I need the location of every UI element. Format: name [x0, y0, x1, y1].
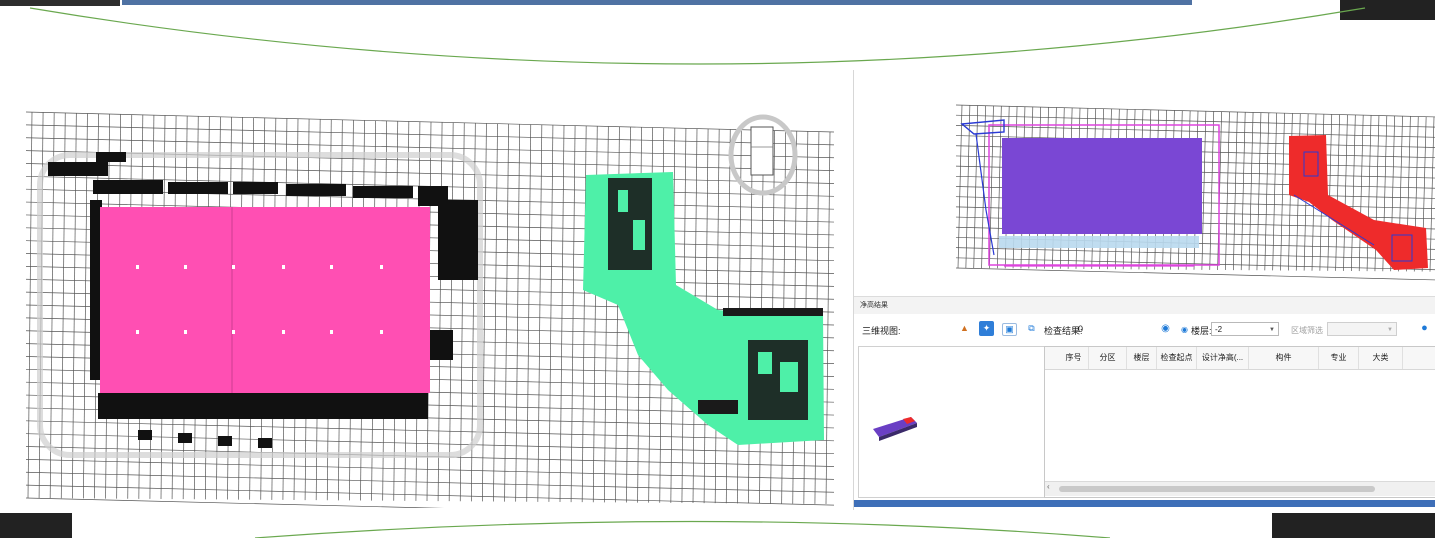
result-toolbar: 三维视图: ▲ ✦ ▣ ⧉ 检查结果: 0 ◉ ◉ 楼层: -2 ▼ 区域筛选 …: [854, 318, 1435, 342]
display-icon[interactable]: ▲: [957, 321, 972, 336]
right-3d-viewport[interactable]: [854, 70, 1435, 295]
column-header[interactable]: 大类: [1359, 347, 1403, 369]
floor-select-value: -2: [1215, 325, 1223, 334]
chevron-down-icon: ▼: [1387, 327, 1393, 333]
check-result-label: 检查结果:: [1044, 326, 1083, 336]
area-filter-label: 区域筛选: [1291, 326, 1323, 335]
column-header[interactable]: 序号: [1059, 347, 1089, 369]
column-header[interactable]: 专业: [1319, 347, 1359, 369]
check-result-value: 0: [1078, 324, 1084, 334]
column-header[interactable]: 分区: [1089, 347, 1127, 369]
section-box-icon[interactable]: ▣: [1002, 323, 1017, 336]
column-header[interactable]: 设计净高(...: [1197, 347, 1249, 369]
red-region: [1289, 135, 1428, 270]
model-thumbnail: [873, 417, 917, 441]
scroll-left-icon[interactable]: ‹: [1047, 482, 1050, 491]
view-label: 三维视图:: [862, 326, 901, 336]
clearance-panel: 净高结果 三维视图: ▲ ✦ ▣ ⧉ 检查结果: 0 ◉ ◉ 楼层: -2 ▼ …: [853, 70, 1435, 510]
locate-pin-icon[interactable]: ●: [1417, 321, 1432, 336]
column-header[interactable]: 楼层: [1127, 347, 1157, 369]
column-header[interactable]: 检查起点: [1157, 347, 1197, 369]
3d-preview-pane[interactable]: [858, 346, 1046, 498]
pink-slab: [100, 207, 430, 393]
floor-label: 楼层:: [1191, 326, 1212, 336]
eye-icon[interactable]: ◉: [1158, 321, 1173, 336]
result-table: 序号 分区 楼层 检查起点 设计净高(... 构件 专业 大类 ‹: [1044, 346, 1435, 498]
floor-radio[interactable]: ◉: [1181, 325, 1188, 334]
table-header: 序号 分区 楼层 检查起点 设计净高(... 构件 专业 大类: [1045, 347, 1435, 370]
chevron-down-icon: ▼: [1269, 327, 1275, 333]
column-header[interactable]: 构件: [1249, 347, 1319, 369]
left-3d-viewport[interactable]: [18, 100, 840, 508]
purple-slab: [1002, 138, 1202, 234]
fit-view-icon[interactable]: ✦: [979, 321, 994, 336]
result-panel-title: 净高结果: [854, 296, 1435, 314]
area-filter-select[interactable]: ▼: [1327, 322, 1397, 336]
scroll-thumb[interactable]: [1059, 486, 1375, 492]
green-region: [583, 172, 824, 445]
status-strip: [854, 500, 1435, 507]
floor-select[interactable]: -2 ▼: [1211, 322, 1279, 336]
copy-icon[interactable]: ⧉: [1024, 321, 1039, 336]
horizontal-scrollbar[interactable]: ‹: [1045, 481, 1435, 496]
